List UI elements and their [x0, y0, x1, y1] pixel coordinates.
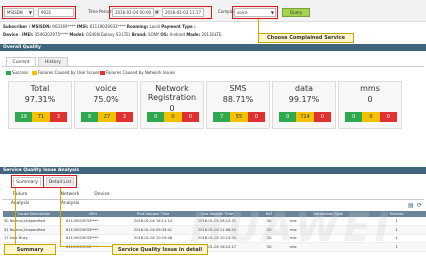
- subscriber-info: Subscriber : MSISDN: 903169**** IMSI: 61…: [3, 24, 196, 29]
- msisdn-highlight: [2, 6, 76, 19]
- query-button[interactable]: Query: [282, 8, 310, 17]
- kpi-value: 88.71%: [222, 95, 254, 104]
- kpi-value: 97.31%: [24, 95, 56, 104]
- service-quality-header: Service Quality Issue Analysis: [0, 167, 426, 174]
- kpi-name: Network Registration: [147, 84, 197, 102]
- tab-current[interactable]: Current: [6, 57, 36, 66]
- table-cell: 2016-01-04 09:33:41: [121, 225, 185, 235]
- table-cell: 61119019033****: [65, 225, 121, 235]
- table-cell: 61119019033****: [65, 217, 121, 227]
- kpi-tile[interactable]: data 99.17% 0 714 0: [272, 81, 336, 129]
- kpi-counts: 000: [345, 112, 397, 122]
- kpi-success-count[interactable]: 19: [15, 112, 33, 122]
- refresh-icon[interactable]: ⟳: [417, 202, 422, 209]
- kpi-success-count[interactable]: 0: [279, 112, 297, 122]
- summary-callout: Summary: [4, 244, 56, 255]
- kpi-user-issue-count[interactable]: 55: [230, 112, 248, 122]
- table-cell: 17 User Busy: [3, 234, 65, 244]
- device-info: Device : IMEI: 3546202975**** Model: GS4…: [3, 32, 222, 37]
- tab-history[interactable]: History: [38, 57, 68, 66]
- divider: [2, 199, 424, 200]
- time-period-label: Time Period: [88, 9, 112, 14]
- table-cell: 31 Normal,Unspecified: [3, 225, 65, 235]
- kpi-name: Total: [30, 84, 50, 93]
- complaint-scene-highlight: [232, 6, 278, 19]
- choose-service-callout: Choose Complained Service: [258, 33, 354, 43]
- table-cell: 61119019033****: [65, 234, 121, 244]
- table-cell: 2016-01-04 16:11:14: [121, 217, 185, 227]
- callout-connector: [60, 246, 114, 247]
- kpi-user-issue-count[interactable]: 27: [98, 112, 116, 122]
- kpi-success-count[interactable]: 6: [81, 112, 99, 122]
- kpi-success-count[interactable]: 7: [213, 112, 231, 122]
- detail-callout: Service Quality Issue in detail: [112, 244, 208, 255]
- kpi-network-issue-count[interactable]: 3: [49, 112, 67, 122]
- summary-highlight: [11, 175, 44, 188]
- kpi-user-issue-count[interactable]: 0: [164, 112, 182, 122]
- kpi-user-issue-count[interactable]: 714: [296, 112, 314, 122]
- time-highlight: [109, 6, 212, 19]
- filter-bar: MSISDN ▼ 9031 Time Period 2016-01-04 00:…: [0, 0, 426, 22]
- kpi-network-issue-count[interactable]: 0: [313, 112, 331, 122]
- kpi-tile[interactable]: mms 0 0 0 0: [338, 81, 402, 129]
- kpi-user-issue-count[interactable]: 71: [32, 112, 50, 122]
- kpi-counts: 6 27 3: [81, 112, 133, 122]
- kpi-tile[interactable]: voice 75.0% 6 27 3: [74, 81, 138, 129]
- kpi-tile[interactable]: Total 97.31% 19 71 3: [8, 81, 72, 129]
- kpi-name: SMS: [229, 84, 247, 93]
- watermark: HUAWEI: [190, 205, 394, 251]
- kpi-network-issue-count[interactable]: 0: [379, 112, 397, 122]
- detail-highlight: [43, 175, 77, 188]
- kpi-network-issue-count[interactable]: 0: [181, 112, 199, 122]
- kpi-value: 99.17%: [288, 95, 320, 104]
- kpi-counts: 0 714 0: [279, 112, 331, 122]
- kpi-user-issue-count[interactable]: 0: [362, 112, 380, 122]
- kpi-counts: 7 55 0: [213, 112, 265, 122]
- export-icon[interactable]: ▤: [408, 202, 414, 209]
- kpi-network-issue-count[interactable]: 0: [247, 112, 265, 122]
- callout-connector: [15, 188, 16, 244]
- table-cell: 30 Normal,Unspecified: [3, 217, 65, 227]
- divider: [2, 66, 424, 67]
- kpi-counts: 19 71 3: [15, 112, 67, 122]
- kpi-tile[interactable]: Network Registration 0 0 0 0: [140, 81, 204, 129]
- overall-quality-header: Overall Quality: [0, 44, 426, 51]
- kpi-network-issue-count[interactable]: 3: [115, 112, 133, 122]
- kpi-name: data: [294, 84, 314, 93]
- subtab-device[interactable]: Device: [92, 190, 112, 199]
- table-cell: 2016-01-04 10:10:48: [121, 234, 185, 244]
- kpi-success-count[interactable]: 0: [147, 112, 165, 122]
- legend-success: Success: [6, 70, 28, 75]
- kpi-value: 0: [367, 95, 373, 104]
- kpi-tile[interactable]: SMS 88.71% 7 55 0: [206, 81, 270, 129]
- legend-user-issues: Failures Caused by User Issues: [32, 70, 100, 75]
- kpi-name: voice: [95, 84, 117, 93]
- legend-network-issues: Failures Caused by Network Issues: [100, 70, 175, 75]
- kpi-name: mms: [360, 84, 380, 93]
- callout-connector: [60, 188, 61, 246]
- subtab-failure-analysis[interactable]: Failure Analysis: [4, 190, 36, 206]
- kpi-counts: 000: [147, 112, 199, 122]
- kpi-value: 75.0%: [93, 95, 119, 104]
- kpi-success-count[interactable]: 0: [345, 112, 363, 122]
